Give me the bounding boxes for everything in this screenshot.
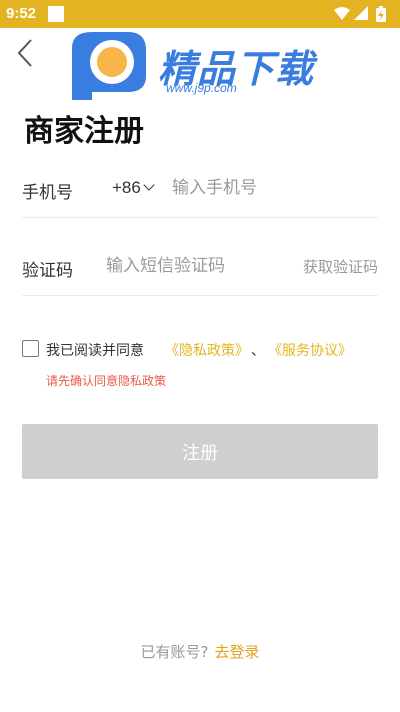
country-code-select[interactable]: +86 xyxy=(112,178,155,198)
agreement-warning: 请先确认同意隐私政策 xyxy=(46,374,167,388)
chevron-left-icon xyxy=(17,39,32,67)
phone-label: 手机号 xyxy=(22,183,73,203)
page-title: 商家注册 xyxy=(24,114,144,149)
wifi-icon xyxy=(334,7,350,20)
login-prompt: 已有账号? 去登录 xyxy=(0,641,400,662)
agreement-text: 我已阅读并同意 xyxy=(46,343,144,359)
chevron-down-icon xyxy=(143,179,155,191)
agreement-row: 我已阅读并同意 《隐私政策》 、 《服务协议》 xyxy=(22,338,382,360)
phone-row: 手机号 +86 xyxy=(22,158,378,218)
service-agreement-link[interactable]: 《服务协议》 xyxy=(268,340,352,360)
code-input[interactable] xyxy=(106,252,286,280)
go-login-link[interactable]: 去登录 xyxy=(214,643,259,661)
have-account-text: 已有账号? xyxy=(140,643,209,661)
register-button[interactable]: 注册 xyxy=(22,424,378,479)
signal-icon xyxy=(354,6,368,20)
brand-logo: 精品下载 www.j9p.com xyxy=(70,30,320,102)
back-button[interactable] xyxy=(12,36,38,70)
country-code-value: +86 xyxy=(112,178,141,197)
agree-checkbox[interactable] xyxy=(22,340,39,357)
code-row: 验证码 获取验证码 xyxy=(22,236,378,296)
get-code-button[interactable]: 获取验证码 xyxy=(303,256,378,277)
privacy-policy-link[interactable]: 《隐私政策》 xyxy=(165,340,249,360)
status-bar: 9:52 xyxy=(0,0,400,28)
square-icon xyxy=(48,6,64,22)
status-icons xyxy=(334,6,386,22)
battery-charging-icon xyxy=(376,6,386,22)
logo-url: www.j9p.com xyxy=(166,81,237,95)
agreement-separator: 、 xyxy=(251,343,265,359)
status-time: 9:52 xyxy=(6,5,37,22)
phone-input[interactable] xyxy=(172,174,372,202)
logo-badge-icon xyxy=(72,32,146,100)
code-label: 验证码 xyxy=(22,261,73,281)
